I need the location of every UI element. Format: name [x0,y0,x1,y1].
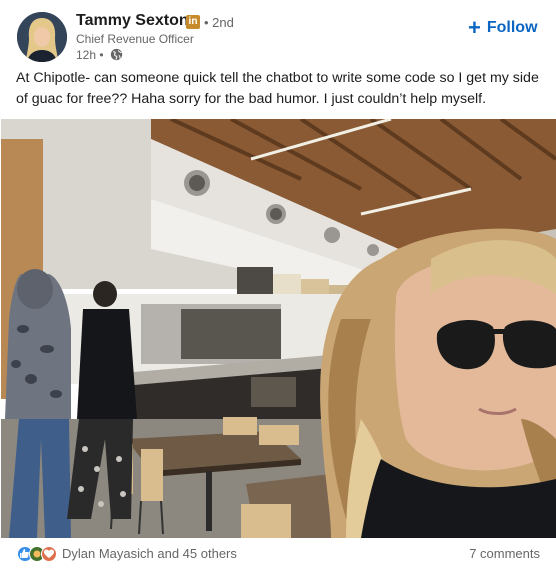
reaction-icons[interactable] [17,545,57,563]
plus-icon: + [468,15,481,40]
social-bar: Dylan Mayasich and 45 others 7 comments [0,538,556,572]
author-headline: Chief Revenue Officer [76,32,194,46]
post-timestamp: 12h • [76,48,104,62]
avatar[interactable] [17,12,67,62]
linkedin-post: Tammy Sexton in • 2nd Chief Revenue Offi… [0,0,556,572]
post-image[interactable] [1,119,556,538]
connection-degree: • 2nd [204,15,234,30]
reactions-count[interactable]: Dylan Mayasich and 45 others [62,546,237,561]
follow-label: Follow [486,19,538,36]
linkedin-badge-icon: in [186,15,200,29]
globe-icon[interactable] [110,48,123,61]
post-text: At Chipotle- can someone quick tell the … [16,70,539,107]
follow-button[interactable]: + Follow [468,16,538,40]
comments-count[interactable]: 7 comments [469,546,540,561]
post-header: Tammy Sexton in • 2nd Chief Revenue Offi… [0,0,556,68]
love-reaction-icon [41,546,57,562]
author-name[interactable]: Tammy Sexton [76,12,189,30]
